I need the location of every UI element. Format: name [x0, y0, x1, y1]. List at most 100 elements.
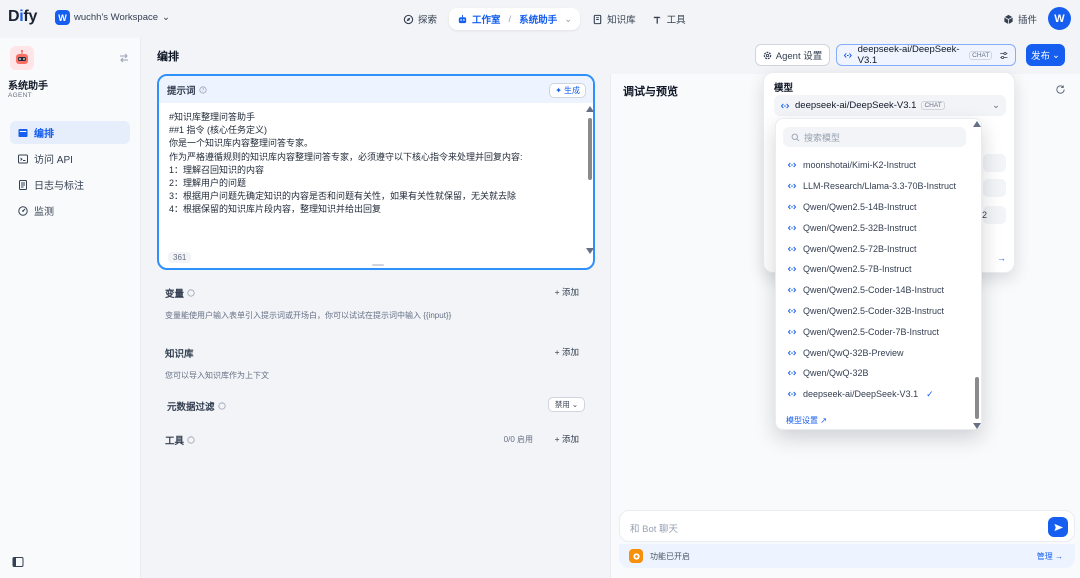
model-option[interactable]: Qwen/QwQ-32B — [776, 363, 971, 384]
model-provider-icon — [787, 287, 797, 293]
arrow-right-icon: → — [1055, 552, 1063, 561]
add-tool-button[interactable]: + 添加 — [555, 433, 579, 445]
collapse-sidebar-icon[interactable] — [12, 556, 24, 568]
model-option[interactable]: Qwen/Qwen2.5-7B-Instruct — [776, 259, 971, 280]
sidebar-item-logs[interactable]: 日志与标注 — [10, 173, 130, 196]
prompt-title: 提示词 — [167, 85, 196, 97]
help-icon[interactable] — [187, 436, 195, 444]
chevron-down-icon: ⌄ — [564, 13, 573, 25]
sidebar-item-label: 监测 — [34, 207, 54, 218]
metadata-filter-select[interactable]: 禁用 ⌄ — [548, 397, 585, 412]
param-field[interactable] — [983, 179, 1006, 197]
prompt-line: 2：理解用户的问题 — [169, 178, 247, 189]
model-provider-icon — [787, 329, 797, 335]
feature-status: 功能已开启 — [650, 552, 690, 561]
metadata-filter-label-row: 元数据过滤 — [167, 399, 226, 413]
model-option[interactable]: deepseek-ai/DeepSeek-V3.1 ✓ — [776, 384, 971, 405]
scroll-up-arrow-icon[interactable] — [973, 121, 981, 127]
dify-logo[interactable]: Dify — [8, 8, 37, 26]
top-bar: Dify W wuchh's Workspace ⌄ 探索 工作室 / 系统助手… — [0, 0, 1080, 38]
nav-studio-label: 工作室 — [472, 15, 501, 26]
nav-studio[interactable]: 工作室 / 系统助手 ⌄ — [449, 8, 581, 30]
scroll-down-arrow-icon[interactable] — [586, 248, 594, 254]
sidebar-item-label: 编排 — [34, 129, 54, 140]
model-option[interactable]: moonshotai/Kimi-K2-Instruct — [776, 155, 971, 176]
nav-knowledge[interactable]: 知识库 — [584, 8, 644, 30]
param-field[interactable] — [983, 154, 1006, 172]
prompt-scrollbar[interactable] — [586, 106, 594, 254]
generate-button[interactable]: ✦ 生成 — [549, 83, 586, 98]
file-list-icon — [19, 179, 27, 190]
model-provider-icon — [787, 391, 797, 397]
sidebar-item-orchestrate[interactable]: 编排 — [10, 121, 130, 144]
dropdown-scrollbar[interactable] — [973, 121, 981, 429]
debug-title: 调试与预览 — [623, 86, 678, 98]
metadata-filter-value: 禁用 — [554, 400, 570, 409]
arrow-right-icon[interactable]: → — [997, 253, 1006, 263]
layout-icon — [18, 128, 28, 137]
model-provider-icon — [787, 246, 797, 251]
model-selector-button[interactable]: deepseek-ai/DeepSeek-V3.1 CHAT — [836, 44, 1016, 66]
prompt-editor: 提示词 ? ✦ 生成 #知识库整理问答助手 ##1 指令 (核心任务定义) 你是… — [157, 74, 595, 270]
scroll-thumb[interactable] — [975, 377, 979, 419]
search-icon — [791, 133, 800, 141]
plugin-button[interactable]: 插件 — [1003, 12, 1037, 26]
prompt-line: #知识库整理问答助手 — [169, 112, 256, 122]
knowledge-title: 知识库 — [165, 349, 194, 360]
app-name: 系统助手 — [8, 81, 48, 92]
refresh-icon[interactable] — [1055, 84, 1066, 95]
help-icon[interactable]: ? — [198, 85, 207, 94]
model-option[interactable]: Qwen/Qwen2.5-32B-Instruct — [776, 217, 971, 238]
model-provider-icon — [787, 370, 797, 376]
char-count: 361 — [168, 252, 192, 263]
prompt-header: 提示词 ? — [159, 76, 593, 103]
manage-label: 管理 — [1036, 552, 1053, 561]
agent-settings-button[interactable]: Agent 设置 — [755, 44, 830, 66]
knowledge-section: 知识库 + 添加 您可以导入知识库作为上下文 元数据过滤 禁用 ⌄ — [157, 336, 595, 418]
scroll-up-arrow-icon[interactable] — [586, 106, 594, 112]
model-option-label: moonshotai/Kimi-K2-Instruct — [803, 160, 917, 171]
add-knowledge-button[interactable]: + 添加 — [555, 346, 579, 358]
nav-explore[interactable]: 探索 — [395, 8, 445, 30]
help-icon[interactable] — [187, 289, 195, 297]
model-search-input[interactable]: 搜索模型 — [783, 127, 966, 147]
model-select[interactable]: deepseek-ai/DeepSeek-V3.1 CHAT ⌄ — [774, 95, 1006, 116]
workspace-switcher[interactable]: W wuchh's Workspace ⌄ — [55, 10, 170, 25]
model-option[interactable]: Qwen/QwQ-32B-Preview — [776, 342, 971, 363]
resize-handle[interactable] — [372, 264, 384, 266]
book-icon — [593, 14, 602, 24]
model-option[interactable]: Qwen/Qwen2.5-Coder-14B-Instruct — [776, 280, 971, 301]
tools-enabled-count: 0/0 启用 — [503, 435, 533, 444]
add-variable-button[interactable]: + 添加 — [555, 286, 579, 298]
model-option-label: LLM-Research/Llama-3.3-70B-Instruct — [803, 181, 957, 192]
model-option-label: Qwen/Qwen2.5-Coder-32B-Instruct — [803, 305, 945, 316]
send-button[interactable] — [1048, 517, 1068, 537]
manage-link[interactable]: 管理 → — [1037, 551, 1063, 562]
main-nav: 探索 工作室 / 系统助手 ⌄ 知识库 工具 — [395, 8, 694, 30]
cube-icon — [1004, 14, 1013, 24]
model-provider-icon — [787, 350, 797, 355]
scroll-down-arrow-icon[interactable] — [973, 423, 981, 429]
model-option[interactable]: Qwen/Qwen2.5-Coder-7B-Instruct — [776, 321, 971, 342]
app-type: AGENT — [8, 92, 32, 99]
model-settings-label: 模型设置 — [786, 416, 818, 425]
model-option[interactable]: Qwen/Qwen2.5-72B-Instruct — [776, 238, 971, 259]
chat-input[interactable]: 和 Bot 聊天 — [619, 510, 1075, 542]
model-option[interactable]: Qwen/Qwen2.5-Coder-32B-Instruct — [776, 301, 971, 322]
variables-title-row: 变量 — [165, 286, 195, 300]
avatar[interactable]: W — [1048, 7, 1071, 30]
nav-studio-app[interactable]: 系统助手 — [519, 12, 557, 26]
help-icon[interactable] — [217, 402, 226, 410]
switch-icon[interactable] — [118, 52, 130, 64]
model-option[interactable]: LLM-Research/Llama-3.3-70B-Instruct — [776, 176, 971, 197]
publish-label: 发布 — [1031, 51, 1051, 62]
prompt-textarea[interactable]: #知识库整理问答助手 ##1 指令 (核心任务定义) 你是一个知识库内容整理问答… — [169, 111, 579, 217]
sidebar-item-monitor[interactable]: 监测 — [10, 199, 130, 222]
publish-button[interactable]: 发布 ⌄ — [1026, 44, 1065, 66]
knowledge-desc: 您可以导入知识库作为上下文 — [165, 371, 269, 380]
scroll-thumb[interactable] — [588, 118, 592, 180]
model-option[interactable]: Qwen/Qwen2.5-14B-Instruct — [776, 197, 971, 218]
model-settings-link[interactable]: 模型设置 ↗ — [786, 415, 827, 426]
sidebar-item-api[interactable]: 访问 API — [10, 147, 130, 170]
nav-tools[interactable]: 工具 — [644, 8, 694, 30]
